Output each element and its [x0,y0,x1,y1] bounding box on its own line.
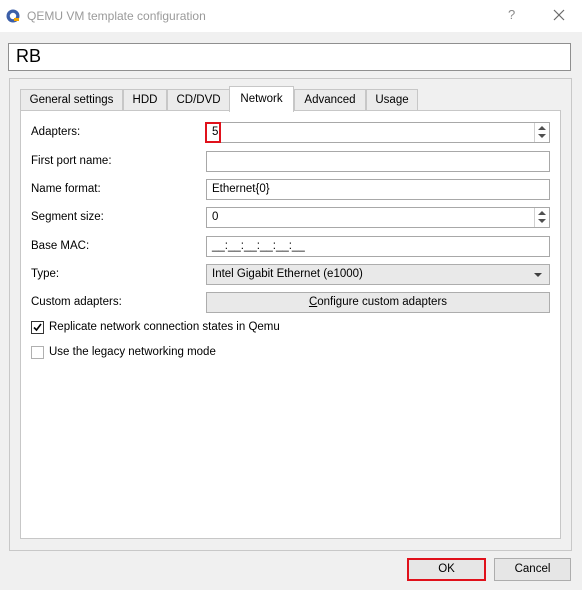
adapters-label: Adapters: [31,126,81,138]
legacy-networking-checkbox[interactable] [31,346,44,359]
base-mac-label: Base MAC: [31,240,90,252]
spin-up-icon[interactable] [538,211,546,215]
title-bar: QEMU VM template configuration ? [0,0,582,32]
replicate-states-label: Replicate network connection states in Q… [49,321,280,333]
segment-size-spinbox[interactable]: 0 [206,207,550,228]
name-format-input[interactable]: Ethernet{0} [206,179,550,200]
vm-name-field[interactable]: RB [8,43,571,71]
ok-button[interactable]: OK [407,558,486,581]
cancel-button[interactable]: Cancel [494,558,571,581]
tab-cd-dvd[interactable]: CD/DVD [167,89,230,110]
spin-up-icon[interactable] [538,126,546,130]
adapter-type-select[interactable]: Intel Gigabit Ethernet (e1000) [206,264,550,285]
checkmark-icon [33,323,42,332]
vm-name-text: RB [16,46,42,66]
configure-custom-adapters-button[interactable]: Configure custom adapters [206,292,550,313]
adapter-type-value: Intel Gigabit Ethernet (e1000) [212,268,363,280]
tab-general-settings[interactable]: General settings [20,89,123,110]
help-button[interactable]: ? [508,7,515,22]
tab-usage[interactable]: Usage [366,89,418,110]
qemu-app-icon [6,9,20,23]
segment-size-label: Segment size: [31,211,104,223]
replicate-states-checkbox[interactable] [31,321,44,334]
window-title: QEMU VM template configuration [27,9,206,23]
type-label: Type: [31,268,60,280]
first-port-name-label: First port name: [31,155,112,167]
tab-network[interactable]: Network [229,86,294,112]
name-format-label: Name format: [31,183,101,195]
spin-down-icon[interactable] [538,134,546,138]
base-mac-input[interactable]: __:__:__:__:__:__ [206,236,550,257]
spin-down-icon[interactable] [538,219,546,223]
tab-advanced[interactable]: Advanced [294,89,366,110]
tab-hdd[interactable]: HDD [123,89,167,110]
chevron-down-icon [534,273,542,277]
legacy-networking-label: Use the legacy networking mode [49,346,216,358]
segment-size-value: 0 [212,211,219,223]
adapters-highlight-box [205,122,221,143]
adapters-spin-buttons[interactable] [534,123,549,142]
close-icon[interactable] [552,8,566,22]
first-port-name-input[interactable] [206,151,550,172]
adapters-spinbox[interactable]: 5 [206,122,550,143]
segment-size-spin-buttons[interactable] [534,208,549,227]
custom-adapters-label: Custom adapters: [31,296,122,308]
